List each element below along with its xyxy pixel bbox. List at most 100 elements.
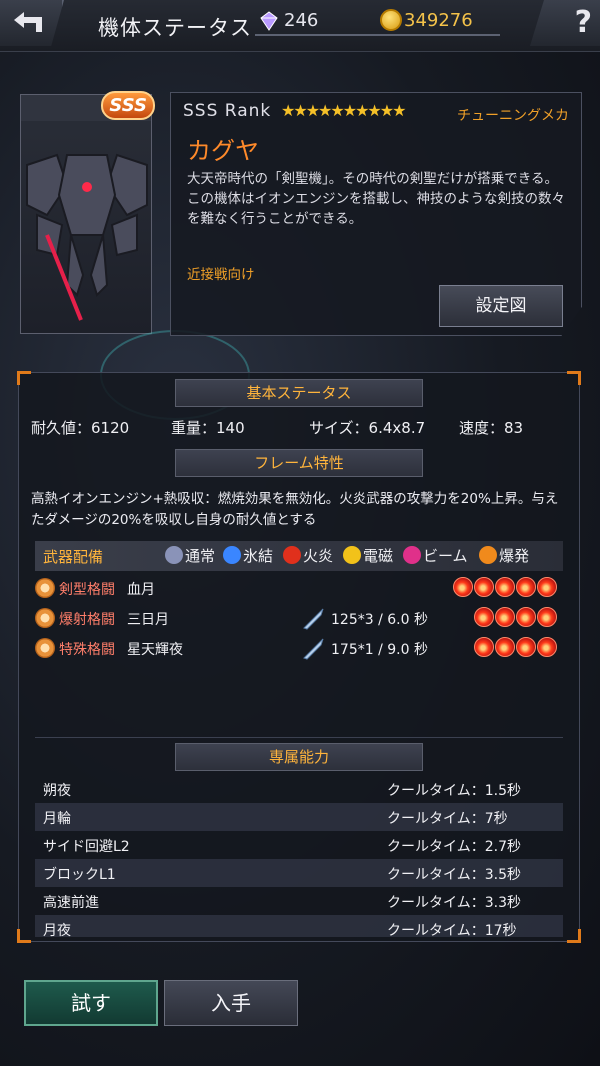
- frame-trait-header: フレーム特性: [175, 449, 423, 477]
- section-divider: [35, 737, 563, 738]
- legend-normal: 通常: [165, 545, 215, 566]
- page-title: 機体ステータス: [98, 16, 252, 40]
- fire-element-icon: [537, 577, 557, 597]
- coin-icon: [380, 9, 402, 31]
- weapon-name: 三日月: [127, 612, 169, 628]
- weapon-name: 血月: [127, 582, 155, 598]
- top-bar: 機体ステータス 246 349276 ?: [0, 0, 600, 52]
- mech-image: [26, 153, 148, 321]
- ability-cooldown: クールタイム：7秒: [387, 811, 508, 827]
- fire-element-icon: [537, 607, 557, 627]
- fire-element-icon: [474, 577, 494, 597]
- back-arrow-icon: [14, 12, 42, 32]
- ability-row[interactable]: サイド回避L2 クールタイム：2.7秒: [35, 831, 563, 859]
- ability-cooldown: クールタイム：3.3秒: [387, 895, 521, 911]
- beam-element-icon: [403, 546, 421, 564]
- weapon-damage: 175*1 / 9.0 秒: [331, 642, 428, 658]
- gem-icon: [260, 11, 278, 31]
- rank-label: SSS Rank: [183, 101, 272, 121]
- legend-ice: 氷結: [223, 545, 273, 566]
- ability-row[interactable]: 高速前進 クールタイム：3.3秒: [35, 887, 563, 915]
- rank-badge: SSS: [101, 91, 155, 120]
- ability-list[interactable]: 朔夜 クールタイム：1.5秒 月輪 クールタイム：7秒 サイド回避L2 クールタ…: [35, 775, 563, 937]
- explosion-element-icon: [479, 546, 497, 564]
- blueprint-button[interactable]: 設定図: [439, 285, 563, 327]
- fire-element-icon: [516, 637, 536, 657]
- fire-element-icon: [453, 577, 473, 597]
- fire-element-icon: [495, 637, 515, 657]
- weapon-element-icons: [473, 607, 557, 631]
- weapon-slot-icon: [35, 638, 55, 658]
- frame-trait-description: 高熱イオンエンジン+熱吸収：燃焼効果を無効化。火炎武器の攻撃力を20%上昇。与え…: [31, 491, 559, 528]
- basic-status-header: 基本ステータス: [175, 379, 423, 407]
- legend-electric: 電磁: [343, 545, 393, 566]
- weapon-name: 星天輝夜: [127, 642, 183, 658]
- weight-stat: 重量：140: [171, 419, 245, 437]
- weapon-damage: 125*3 / 6.0 秒: [331, 612, 428, 628]
- gem-count: 246: [284, 10, 319, 31]
- weapon-row[interactable]: 剣型格闘 血月: [35, 575, 563, 603]
- ability-row[interactable]: 月夜 クールタイム：17秒: [35, 915, 563, 937]
- weapon-row[interactable]: 特殊格闘 星天輝夜 175*1 / 9.0 秒: [35, 635, 563, 663]
- durability-stat: 耐久値：6120: [31, 419, 130, 437]
- ability-cooldown: クールタイム：1.5秒: [387, 783, 521, 799]
- ability-name: 高速前進: [43, 895, 99, 911]
- weapon-legend-bar: 武器配備 通常 氷結 火炎 電磁 ビーム 爆発: [35, 541, 563, 571]
- corner-accent: [17, 371, 31, 385]
- sword-icon: [303, 638, 324, 660]
- ability-name: サイド回避L2: [43, 839, 130, 855]
- weapon-element-icons: [473, 637, 557, 661]
- ability-name: 朔夜: [43, 783, 71, 799]
- corner-accent: [17, 929, 31, 943]
- combat-tag: 近接戦向け: [187, 267, 255, 283]
- fire-element-icon: [537, 637, 557, 657]
- size-stat: サイズ：6.4x8.7: [309, 419, 426, 437]
- ability-row[interactable]: 月輪 クールタイム：7秒: [35, 803, 563, 831]
- fire-element-icon: [474, 637, 494, 657]
- ability-row[interactable]: ブロックL1 クールタイム：3.5秒: [35, 859, 563, 887]
- speed-stat: 速度：83: [459, 419, 524, 437]
- weapon-category: 特殊格闘: [59, 642, 115, 658]
- currency-underline: [255, 34, 500, 36]
- legend-explosion: 爆発: [479, 545, 529, 566]
- sword-icon: [303, 608, 324, 630]
- ability-name: ブロックL1: [43, 867, 116, 883]
- weapon-category: 爆射格闘: [59, 612, 115, 628]
- back-button[interactable]: [0, 0, 64, 46]
- ice-element-icon: [223, 546, 241, 564]
- fire-element-icon: [283, 546, 301, 564]
- weapon-section-title: 武器配備: [43, 548, 104, 566]
- mech-portrait-card[interactable]: SSS: [20, 91, 155, 334]
- corner-accent: [567, 929, 581, 943]
- ability-name: 月輪: [43, 811, 71, 827]
- help-button[interactable]: ?: [530, 0, 600, 46]
- exclusive-ability-header: 専属能力: [175, 743, 423, 771]
- mech-type-label: チューニングメカ: [457, 108, 569, 124]
- corner-accent: [567, 371, 581, 385]
- weapon-slot-icon: [35, 608, 55, 628]
- legend-beam: ビーム: [403, 545, 468, 566]
- mech-info-panel: SSS Rank ★★★★★★★★★★ チューニングメカ カグヤ 大天帝時代の「…: [170, 92, 582, 336]
- coin-count: 349276: [404, 10, 473, 31]
- mech-name: カグヤ: [187, 137, 259, 165]
- legend-fire: 火炎: [283, 545, 333, 566]
- weapon-element-icons: [452, 577, 557, 601]
- ability-cooldown: クールタイム：3.5秒: [387, 867, 521, 883]
- electric-element-icon: [343, 546, 361, 564]
- ability-name: 月夜: [43, 923, 71, 937]
- star-rating: ★★★★★★★★★★: [281, 101, 406, 120]
- try-button[interactable]: 試す: [24, 980, 158, 1026]
- fire-element-icon: [495, 607, 515, 627]
- mech-description: 大天帝時代の「剣聖機」。その時代の剣聖だけが搭乗できる。この機体はイオンエンジン…: [187, 171, 565, 227]
- stats-panel: 基本ステータス 耐久値：6120 重量：140 サイズ：6.4x8.7 速度：8…: [17, 371, 581, 943]
- normal-element-icon: [165, 546, 183, 564]
- ability-row[interactable]: 朔夜 クールタイム：1.5秒: [35, 775, 563, 803]
- acquire-button[interactable]: 入手: [164, 980, 298, 1026]
- ability-cooldown: クールタイム：2.7秒: [387, 839, 521, 855]
- fire-element-icon: [474, 607, 494, 627]
- fire-element-icon: [516, 577, 536, 597]
- weapon-row[interactable]: 爆射格闘 三日月 125*3 / 6.0 秒: [35, 605, 563, 633]
- fire-element-icon: [495, 577, 515, 597]
- fire-element-icon: [516, 607, 536, 627]
- weapon-slot-icon: [35, 578, 55, 598]
